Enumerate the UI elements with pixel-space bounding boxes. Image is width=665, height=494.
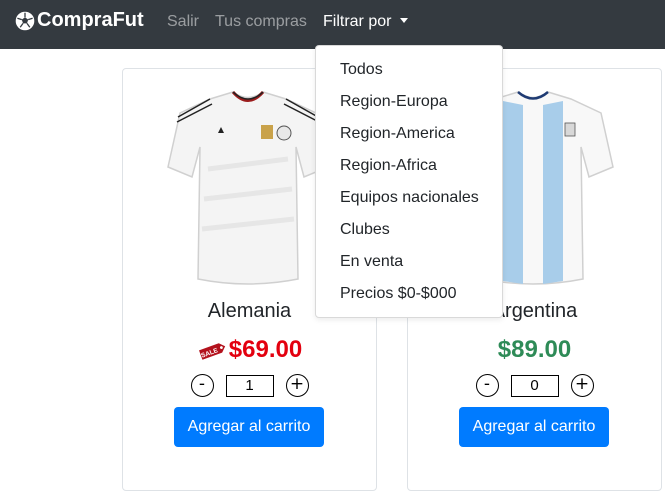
add-to-cart-button[interactable]: Agregar al carrito [459,407,609,447]
filter-option-clubs[interactable]: Clubes [316,214,502,246]
filter-option-europe[interactable]: Region-Europa [316,86,502,118]
quantity-field[interactable]: 1 [225,374,274,397]
white-jersey-image [167,90,329,285]
product-price: SALE $69.00 [123,336,376,364]
filter-option-africa[interactable]: Region-Africa [316,150,502,182]
caret-down-icon [400,18,409,23]
quantity-stepper: - 0 + [408,374,661,397]
brand-name: CompraFut [37,9,144,31]
price-value: $89.00 [497,336,572,363]
decrement-button[interactable]: - [475,374,499,397]
nav-filter-dropdown[interactable]: Filtrar por [323,13,409,31]
product-price: $89.00 [408,336,661,364]
add-to-cart-button[interactable]: Agregar al carrito [174,407,324,447]
increment-button[interactable]: + [570,374,594,397]
filter-option-price-range[interactable]: Precios $0-$000 [316,278,502,310]
decrement-button[interactable]: - [190,374,214,397]
increment-button[interactable]: + [285,374,309,397]
price-value: $69.00 [228,336,303,363]
filter-label: Filtrar por [323,13,392,30]
filter-option-on-sale[interactable]: En venta [316,246,502,278]
brand-link[interactable]: CompraFut [15,9,144,32]
quantity-stepper: - 1 + [123,374,376,397]
navbar: CompraFut Salir Tus compras Filtrar por [0,0,665,49]
sale-tag-icon: SALE [198,342,225,360]
filter-option-all[interactable]: Todos [316,54,502,86]
soccer-ball-icon [15,11,35,30]
nav-logout[interactable]: Salir [167,13,199,31]
filter-option-america[interactable]: Region-America [316,118,502,150]
filter-option-national-teams[interactable]: Equipos nacionales [316,182,502,214]
filter-dropdown-menu: Todos Region-Europa Region-America Regio… [315,45,503,318]
nav-purchases[interactable]: Tus compras [215,13,307,31]
quantity-field[interactable]: 0 [510,374,559,397]
